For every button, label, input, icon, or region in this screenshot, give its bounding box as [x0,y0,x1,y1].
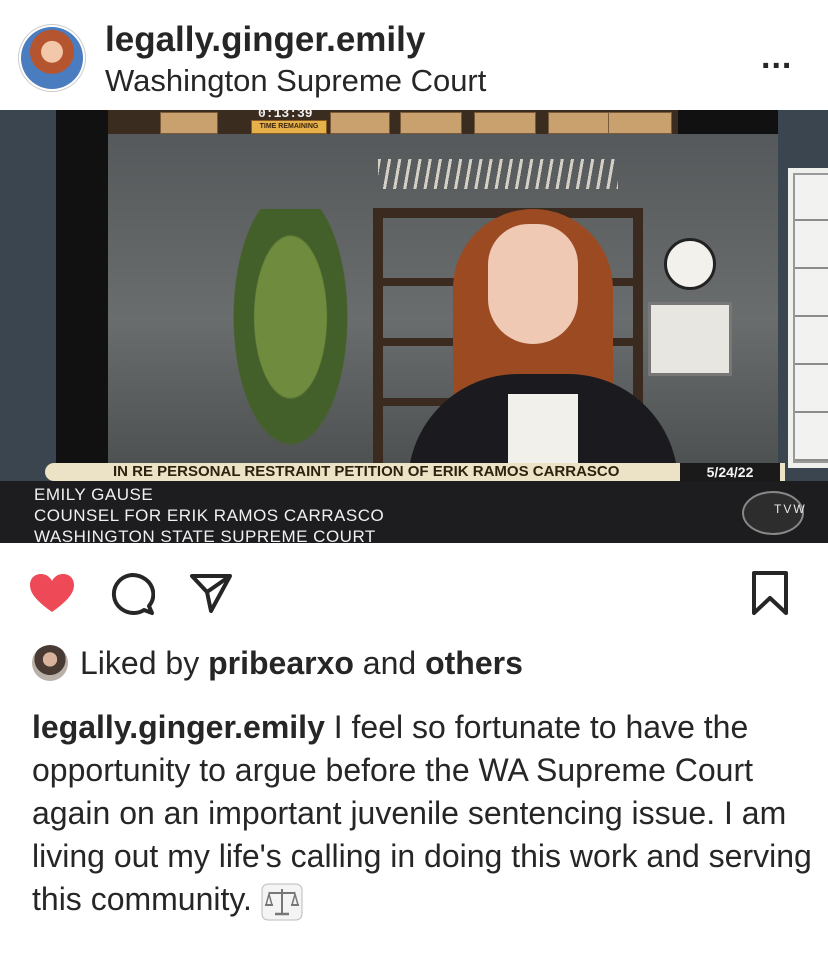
time-remaining-label: TIME REMAINING [251,120,327,134]
window [788,168,828,468]
heart-icon[interactable] [28,572,76,614]
virtual-background [108,134,828,504]
share-icon[interactable] [189,572,233,614]
plant [218,209,363,479]
chandelier [378,159,618,189]
time-remaining-timer: 0:13:39 [258,110,313,121]
user-avatar[interactable] [21,27,83,89]
case-title: IN RE PERSONAL RESTRAINT PETITION OF ERI… [113,463,620,480]
tvw-logo-text: TVW [774,502,807,516]
likes-others[interactable]: others [425,645,523,681]
post-header: legally.ginger.emily Washington Supreme … [0,0,828,110]
speaker-name: EMILY GAUSE [34,485,154,504]
scales-icon [261,883,303,921]
likes-joiner: and [362,645,417,681]
speaker-role: COUNSEL FOR ERIK RAMOS CARRASCO [34,506,385,525]
post-location[interactable]: Washington Supreme Court [105,63,486,99]
speaker [408,204,678,504]
participant-strip [108,110,678,134]
caption-username[interactable]: legally.ginger.emily [32,709,325,745]
post-caption: legally.ginger.emily I feel so fortunate… [32,706,812,921]
likes-prefix: Liked by [80,645,200,681]
comment-icon[interactable] [111,572,155,616]
more-options-icon[interactable]: ... [761,38,792,77]
save-icon[interactable] [750,570,790,616]
hearing-date: 5/24/22 [680,463,780,481]
speaker-name-bar: EMILY GAUSE COUNSEL FOR ERIK RAMOS CARRA… [0,481,828,543]
likes-summary[interactable]: Liked by pribearxo and others [80,645,523,682]
court-name: WASHINGTON STATE SUPREME COURT [34,527,376,543]
post-photo[interactable]: TIME REMAINING 0:13:39 IN RE PERSONAL RE… [0,110,828,543]
liker-avatar[interactable] [32,645,68,681]
post-username[interactable]: legally.ginger.emily [105,20,425,60]
liker-username[interactable]: pribearxo [208,645,354,681]
